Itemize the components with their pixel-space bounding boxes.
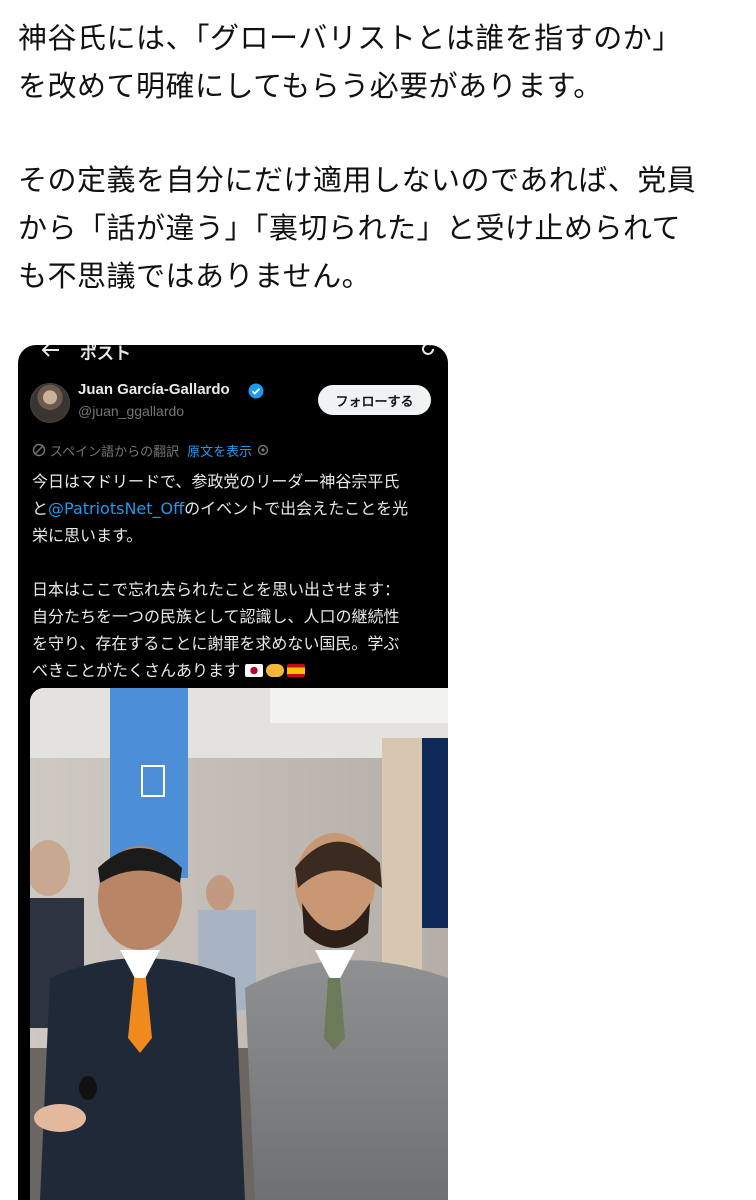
japan-flag-icon — [245, 664, 264, 677]
follow-button[interactable]: フォローする — [318, 385, 431, 415]
topbar-title: ポスト — [80, 345, 131, 364]
tweet-line: を守り、存在することに謝罪を求めない国民。学ぶ — [32, 634, 400, 653]
article-text: 神谷氏には、「グローバリストとは誰を指すのか」 を改めて明確にしてもらう必要があ… — [18, 14, 738, 300]
tweet-photo[interactable] — [30, 688, 448, 1200]
translation-note: スペイン語からの翻訳 — [50, 444, 180, 460]
author-avatar[interactable] — [30, 383, 70, 423]
author-name[interactable]: Juan García-Gallardo — [78, 381, 230, 398]
post-topbar: ポスト — [18, 345, 448, 365]
refresh-icon[interactable] — [420, 345, 436, 357]
settings-gear-icon[interactable] — [256, 443, 270, 457]
article-paragraph-1: 神谷氏には、「グローバリストとは誰を指すのか」 を改めて明確にしてもらう必要があ… — [18, 21, 682, 103]
tweet-line: 今日はマドリードで、参政党のリーダー神谷宗平氏 — [32, 472, 400, 491]
mention-link[interactable]: @PatriotsNet_Off — [48, 499, 184, 518]
spain-flag-icon — [287, 664, 306, 677]
handshake-icon — [266, 664, 285, 677]
back-arrow-icon[interactable] — [40, 345, 60, 358]
tweet-line: べきことがたくさんあります — [32, 661, 241, 680]
tweet-paragraph-2: 日本はここで忘れ去られたことを思い出させます： 自分たちを一つの民族として認識し… — [32, 576, 442, 684]
tweet-line: のイベントで出会えたことを光 — [184, 499, 409, 518]
author-handle[interactable]: @juan_ggallardo — [78, 403, 184, 419]
event-photo-image — [30, 688, 448, 1200]
tweet-line: 自分たちを一つの民族として認識し、人口の継続性 — [32, 607, 400, 626]
tweet-text: 今日はマドリードで、参政党のリーダー神谷宗平氏 と@PatriotsNet_Of… — [32, 468, 442, 684]
article-paragraph-2: その定義を自分にだけ適用しないのであれば、党員 から「話が違う」「裏切られた」と… — [18, 163, 697, 293]
translation-row: スペイン語からの翻訳 原文を表示 — [32, 440, 270, 460]
tweet-paragraph-1: 今日はマドリードで、参政党のリーダー神谷宗平氏 と@PatriotsNet_Of… — [32, 468, 442, 549]
translate-icon — [32, 443, 46, 457]
show-original-link[interactable]: 原文を表示 — [187, 441, 252, 460]
verified-badge-icon — [248, 383, 264, 399]
embedded-post-screenshot: ポスト Juan García-Gallardo @juan_ggallardo… — [18, 345, 448, 1200]
tweet-line: 栄に思います。 — [32, 526, 143, 545]
tweet-line: と — [32, 499, 49, 518]
tweet-line: 日本はここで忘れ去られたことを思い出させます： — [32, 580, 401, 599]
